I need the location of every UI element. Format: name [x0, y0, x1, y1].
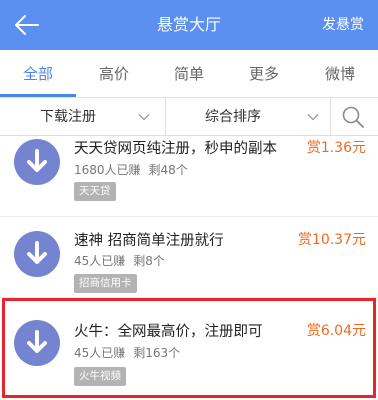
- download-icon: [14, 320, 60, 366]
- sort-filter[interactable]: 综合排序: [205, 98, 261, 136]
- post-bounty-button[interactable]: 发悬赏: [322, 0, 364, 50]
- tab-simple[interactable]: 简单: [159, 50, 219, 98]
- earned-count: 1680人已赚: [74, 163, 141, 177]
- filter-bar: 下载注册 综合排序: [0, 98, 378, 136]
- tab-more[interactable]: 更多: [234, 50, 294, 98]
- task-stats: 1680人已赚 剩48个: [74, 161, 196, 178]
- task-stats: 45人已赚 剩8个: [74, 252, 173, 269]
- task-tag: 招商信用卡: [74, 274, 137, 293]
- chevron-down-icon[interactable]: [138, 111, 150, 123]
- remaining-count: 剩163个: [133, 346, 181, 360]
- task-item[interactable]: 速神 招商简单注册就行 赏10.37元 45人已赚 剩8个 招商信用卡: [0, 217, 378, 297]
- filter-divider: [165, 98, 166, 136]
- tab-weibo[interactable]: 微博: [310, 50, 370, 98]
- download-icon: [14, 139, 60, 185]
- task-stats: 45人已赚 剩163个: [74, 344, 188, 361]
- earned-count: 45人已赚: [74, 346, 126, 360]
- task-title: 火牛：全网最高价，注册即可: [74, 324, 263, 340]
- app-header: 悬赏大厅 发悬赏: [0, 0, 378, 50]
- task-tag: 火牛视频: [74, 367, 126, 386]
- chevron-down-icon[interactable]: [307, 111, 319, 123]
- remaining-count: 剩8个: [133, 254, 165, 268]
- active-tab-indicator: [0, 94, 76, 97]
- category-tabs: 全部 高价 简单 更多 微博: [0, 50, 378, 98]
- download-icon: [14, 231, 60, 277]
- search-icon[interactable]: [340, 104, 366, 130]
- task-reward: 赏1.36元: [306, 140, 366, 156]
- task-tag: 天天贷: [74, 182, 116, 201]
- task-item[interactable]: 天天贷网页纯注册，秒申的副本 赏1.36元 1680人已赚 剩48个 天天贷: [0, 137, 378, 215]
- task-title: 速神 招商简单注册就行: [74, 233, 224, 249]
- filter-divider: [330, 98, 331, 136]
- earned-count: 45人已赚: [74, 254, 126, 268]
- task-reward: 赏6.04元: [306, 323, 366, 339]
- category-filter[interactable]: 下载注册: [40, 98, 96, 136]
- tab-high-price[interactable]: 高价: [84, 50, 144, 98]
- divider: [0, 297, 378, 298]
- task-title: 天天贷网页纯注册，秒申的副本: [74, 141, 277, 157]
- task-reward: 赏10.37元: [297, 232, 366, 248]
- tab-all[interactable]: 全部: [8, 50, 68, 98]
- task-item[interactable]: 火牛：全网最高价，注册即可 赏6.04元 45人已赚 剩163个 火牛视频: [0, 300, 378, 398]
- remaining-count: 剩48个: [148, 163, 188, 177]
